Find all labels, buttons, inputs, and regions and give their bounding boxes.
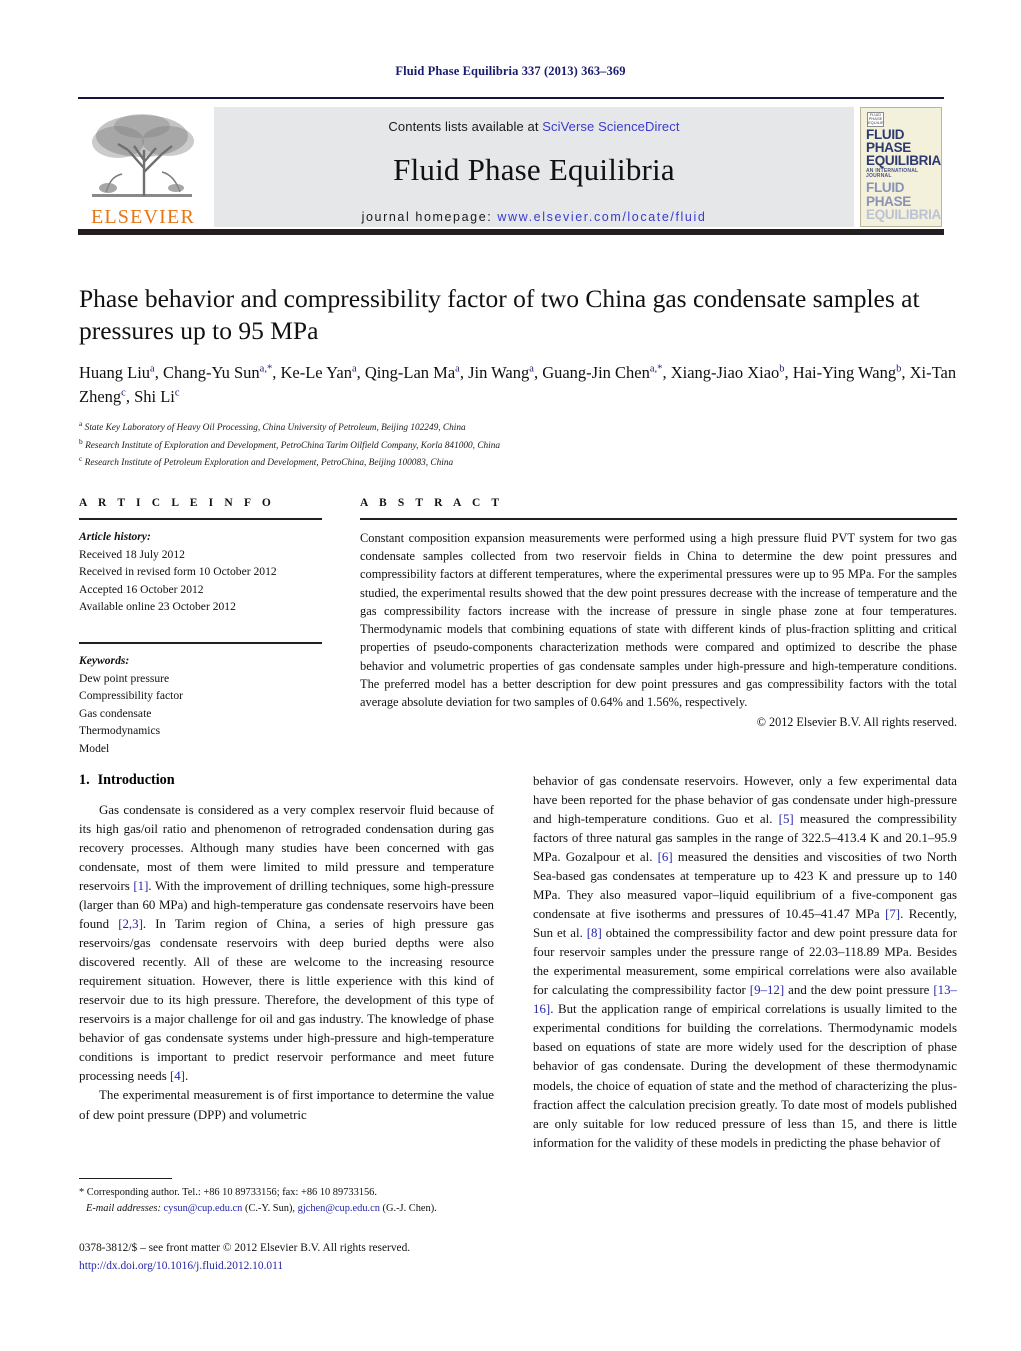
issn-front-matter: 0378-3812/$ – see front matter © 2012 El… <box>79 1242 411 1254</box>
reference-link[interactable]: [8] <box>587 926 602 940</box>
doi-link[interactable]: http://dx.doi.org/10.1016/j.fluid.2012.1… <box>79 1258 509 1276</box>
author-list: Huang Liua, Chang-Yu Suna,*, Ke-Le Yana,… <box>79 363 957 407</box>
article-history-label: Article history: <box>79 530 151 543</box>
article-info-heading: A R T I C L E I N F O <box>79 497 275 509</box>
journal-homepage-line: journal homepage: www.elsevier.com/locat… <box>362 210 707 224</box>
history-item: Accepted 16 October 2012 <box>79 582 204 596</box>
elsevier-tree-icon <box>92 114 194 197</box>
email-label: E-mail addresses: <box>86 1202 161 1214</box>
intro-paragraph-1: Gas condensate is considered as a very c… <box>79 803 494 1084</box>
affiliation-item: c Research Institute of Petroleum Explor… <box>79 454 454 469</box>
journal-cover-thumbnail[interactable]: FLUID PHASE EQUILIBRIA FLUID PHASE EQUIL… <box>860 107 942 227</box>
email-owner-1: (C.-Y. Sun), <box>244 1202 296 1214</box>
history-item: Received in revised form 10 October 2012 <box>79 565 277 579</box>
page-title: Phase behavior and compressibility facto… <box>79 284 920 346</box>
keywords-rule <box>79 642 322 645</box>
journal-banner: Contents lists available at SciVerse Sci… <box>214 107 854 227</box>
reference-link[interactable]: [9–12] <box>750 983 784 997</box>
masthead-divider <box>78 229 944 235</box>
elsevier-wordmark: ELSEVIER <box>90 206 196 228</box>
abstract-rule <box>360 518 957 520</box>
intro-paragraph-2: The experimental measurement is of first… <box>79 1088 494 1122</box>
journal-homepage-link[interactable]: www.elsevier.com/locate/fluid <box>497 210 706 224</box>
title-block: Phase behavior and compressibility facto… <box>79 283 959 471</box>
email-link-1[interactable]: cysun@cup.edu.cn <box>164 1203 243 1214</box>
journal-title: Fluid Phase Equilibria <box>393 152 675 187</box>
reference-link[interactable]: [4] <box>170 1069 185 1083</box>
reference-link[interactable]: [2,3] <box>118 917 143 931</box>
article-history-block: Article history: Received 18 July 2012 R… <box>79 528 322 616</box>
keyword-item: Gas condensate <box>79 706 152 720</box>
reference-link[interactable]: [6] <box>658 850 673 864</box>
homepage-prefix: journal homepage: <box>361 210 498 224</box>
email-owner-2: (G.-J. Chen). <box>382 1202 437 1214</box>
affiliation-list: a State Key Laboratory of Heavy Oil Proc… <box>79 418 959 471</box>
cover-line-3: FLUID PHASE <box>866 180 912 209</box>
keywords-block: Keywords: Dew point pressure Compressibi… <box>79 642 322 758</box>
article-info-column: A R T I C L E I N F O Article history: R… <box>79 497 322 758</box>
footnote-rule <box>79 1178 172 1179</box>
reference-link[interactable]: [5] <box>779 812 794 826</box>
contents-available-line: Contents lists available at SciVerse Sci… <box>388 119 679 134</box>
sciencedirect-link[interactable]: SciVerse ScienceDirect <box>542 119 679 134</box>
body-column-left: 1. Introduction Gas condensate is conside… <box>79 772 494 1125</box>
history-item: Available online 23 October 2012 <box>79 600 236 614</box>
journal-masthead: ELSEVIER Contents lists available at Sci… <box>78 97 944 231</box>
article-page: Fluid Phase Equilibria 337 (2013) 363–36… <box>0 0 1021 1351</box>
cover-line-1: FLUID PHASE <box>866 127 912 156</box>
cover-line-4: EQUILIBRIA <box>866 206 942 222</box>
article-info-rule <box>79 518 322 520</box>
reference-link[interactable]: [13–16] <box>533 983 957 1016</box>
reference-link[interactable]: [7] <box>885 907 900 921</box>
running-head: Fluid Phase Equilibria 337 (2013) 363–36… <box>395 64 626 78</box>
keywords-label: Keywords: <box>79 654 130 668</box>
abstract-heading: A B S T R A C T <box>360 497 504 509</box>
keyword-item: Compressibility factor <box>79 689 184 703</box>
cover-subtitle: AN INTERNATIONAL JOURNAL <box>866 167 919 179</box>
keyword-item: Model <box>79 742 110 756</box>
history-item: Received 18 July 2012 <box>79 547 185 561</box>
corresponding-author-note: * Corresponding author. Tel.: +86 10 897… <box>79 1187 377 1198</box>
cover-line-2: EQUILIBRIA <box>866 153 942 169</box>
keyword-item: Thermodynamics <box>79 724 161 738</box>
email-link-2[interactable]: gjchen@cup.edu.cn <box>298 1203 380 1214</box>
affiliation-item: b Research Institute of Exploration and … <box>79 436 501 451</box>
section-title: Introduction <box>97 772 175 788</box>
affiliation-item: a State Key Laboratory of Heavy Oil Proc… <box>79 419 466 434</box>
abstract-copyright: © 2012 Elsevier B.V. All rights reserved… <box>756 715 957 730</box>
section-number: 1. <box>79 772 90 788</box>
contents-prefix: Contents lists available at <box>388 119 543 134</box>
section-heading-introduction: 1. Introduction <box>79 772 494 789</box>
intro-paragraph-3: behavior of gas condensate reservoirs. H… <box>533 774 958 1150</box>
keyword-item: Dew point pressure <box>79 671 170 685</box>
body-column-right: behavior of gas condensate reservoirs. H… <box>533 772 957 1153</box>
abstract-column: A B S T R A C T Constant composition exp… <box>360 497 957 730</box>
elsevier-logo: ELSEVIER <box>80 107 206 227</box>
footnote-block: * Corresponding author. Tel.: +86 10 897… <box>79 1178 494 1216</box>
colophon-block: 0378-3812/$ – see front matter © 2012 El… <box>79 1240 509 1275</box>
cover-badge-icon: FLUID PHASE EQUILIBRIA <box>867 112 884 127</box>
email-addresses-note: E-mail addresses: cysun@cup.edu.cn (C.-Y… <box>79 1201 494 1217</box>
abstract-text: Constant composition expansion measureme… <box>360 531 957 710</box>
reference-link[interactable]: [1] <box>133 879 148 893</box>
